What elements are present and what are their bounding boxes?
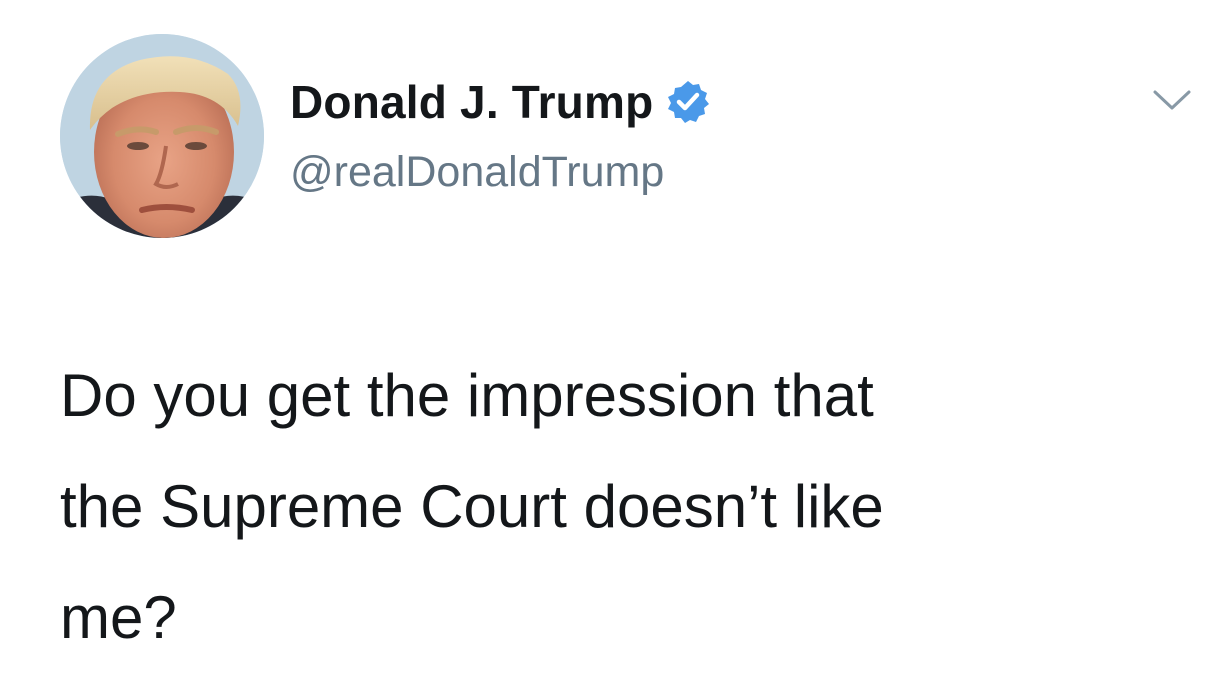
tweet-text-line: me? <box>60 584 177 651</box>
verified-badge-icon <box>665 79 711 125</box>
profile-avatar[interactable] <box>60 34 264 238</box>
tweet-card: Donald J. Trump @realDonaldTrump Do you … <box>0 0 1217 679</box>
display-name[interactable]: Donald J. Trump <box>290 75 653 129</box>
tweet-text-line: the Supreme Court doesn’t like <box>60 473 884 540</box>
tweet-text-line: Do you get the impression that <box>60 362 874 429</box>
avatar-image <box>60 34 264 238</box>
author-handle[interactable]: @realDonaldTrump <box>290 148 664 197</box>
chevron-down-icon[interactable] <box>1152 88 1192 114</box>
tweet-text: Do you get the impression that the Supre… <box>60 340 1170 673</box>
author-name-row[interactable]: Donald J. Trump <box>290 72 711 132</box>
